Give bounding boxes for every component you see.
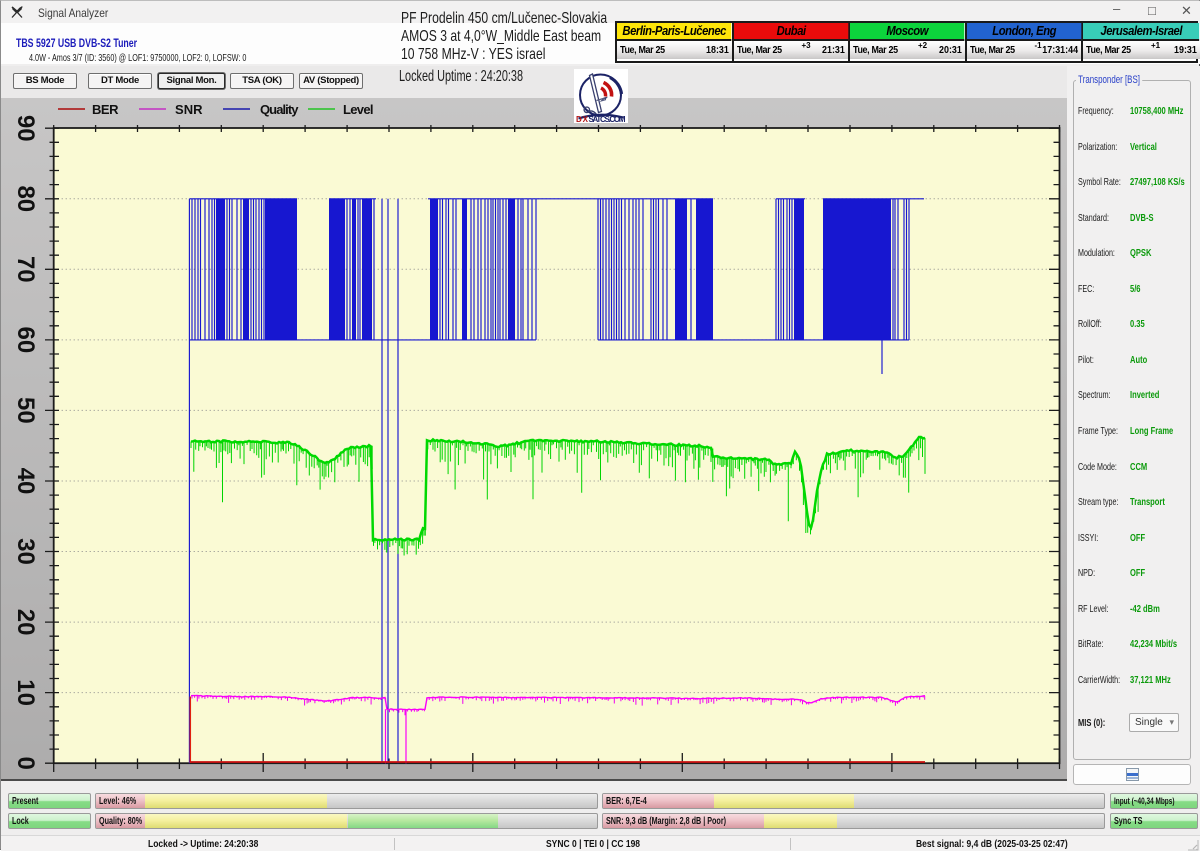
svg-text:SATCS.COM: SATCS.COM (589, 115, 626, 123)
svg-text:DX: DX (576, 115, 589, 123)
svg-text:0: 0 (12, 757, 39, 770)
